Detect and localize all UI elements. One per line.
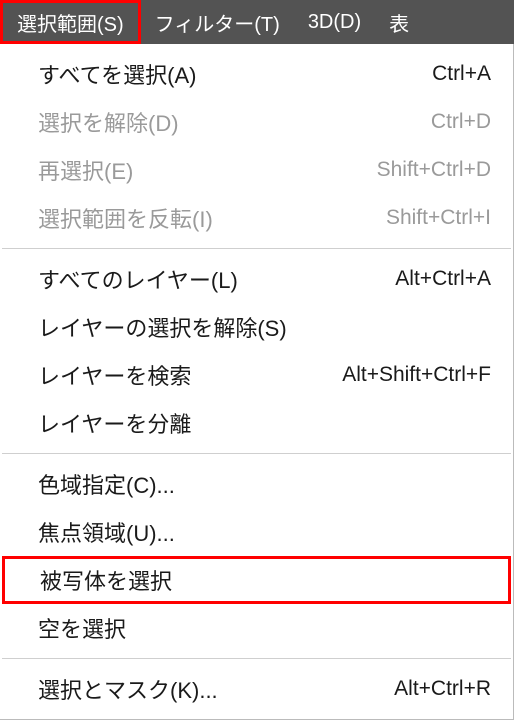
menu-label: すべてのレイヤー(L) [38,263,238,295]
menu-shortcut: Alt+Ctrl+A [395,267,491,291]
menu-label: 焦点領域(U)... [38,516,175,548]
menu-item-select-sky[interactable]: 空を選択 [0,604,513,652]
menu-item-focus-area[interactable]: 焦点領域(U)... [0,508,513,556]
menubar-item-filter[interactable]: フィルター(T) [141,0,294,44]
select-dropdown: すべてを選択(A) Ctrl+A 選択を解除(D) Ctrl+D 再選択(E) … [0,44,514,720]
menu-separator [2,248,511,249]
menu-label: 被写体を選択 [40,564,172,596]
menu-label: すべてを選択(A) [38,58,196,90]
menu-shortcut: Alt+Shift+Ctrl+F [342,363,491,387]
menubar-item-select[interactable]: 選択範囲(S) [0,0,141,44]
menubar-label: 3D(D) [308,11,361,34]
menu-item-deselect[interactable]: 選択を解除(D) Ctrl+D [0,98,513,146]
menubar-label: フィルター(T) [155,8,280,37]
menubar-label: 表 [389,8,409,37]
menu-label: レイヤーの選択を解除(S) [38,311,287,343]
menu-item-deselect-layers[interactable]: レイヤーの選択を解除(S) [0,303,513,351]
menubar: 選択範囲(S) フィルター(T) 3D(D) 表 [0,0,514,44]
menu-shortcut: Ctrl+D [431,110,491,134]
menu-item-find-layers[interactable]: レイヤーを検索 Alt+Shift+Ctrl+F [0,351,513,399]
menubar-label: 選択範囲(S) [17,8,124,37]
menu-label: レイヤーを検索 [38,359,191,391]
menu-item-isolate-layers[interactable]: レイヤーを分離 [0,399,513,447]
menu-label: 選択を解除(D) [38,106,179,138]
menu-label: 空を選択 [38,612,126,644]
menu-label: 再選択(E) [38,154,133,186]
menu-item-reselect[interactable]: 再選択(E) Shift+Ctrl+D [0,146,513,194]
menu-item-select-all[interactable]: すべてを選択(A) Ctrl+A [0,50,513,98]
menu-label: 選択範囲を反転(I) [38,202,213,234]
menu-item-color-range[interactable]: 色域指定(C)... [0,460,513,508]
menu-item-select-subject[interactable]: 被写体を選択 [2,556,511,604]
menu-label: 色域指定(C)... [38,468,175,500]
menu-shortcut: Alt+Ctrl+R [394,677,491,701]
menu-shortcut: Shift+Ctrl+D [377,158,491,182]
menu-separator [2,658,511,659]
menu-item-all-layers[interactable]: すべてのレイヤー(L) Alt+Ctrl+A [0,255,513,303]
menu-item-select-and-mask[interactable]: 選択とマスク(K)... Alt+Ctrl+R [0,665,513,713]
menubar-item-3d[interactable]: 3D(D) [294,0,375,44]
menu-shortcut: Shift+Ctrl+I [386,206,491,230]
menu-separator [2,453,511,454]
menu-item-inverse[interactable]: 選択範囲を反転(I) Shift+Ctrl+I [0,194,513,242]
menu-shortcut: Ctrl+A [432,62,491,86]
menu-label: レイヤーを分離 [38,407,191,439]
menubar-item-view[interactable]: 表 [375,0,423,44]
menu-label: 選択とマスク(K)... [38,673,218,705]
